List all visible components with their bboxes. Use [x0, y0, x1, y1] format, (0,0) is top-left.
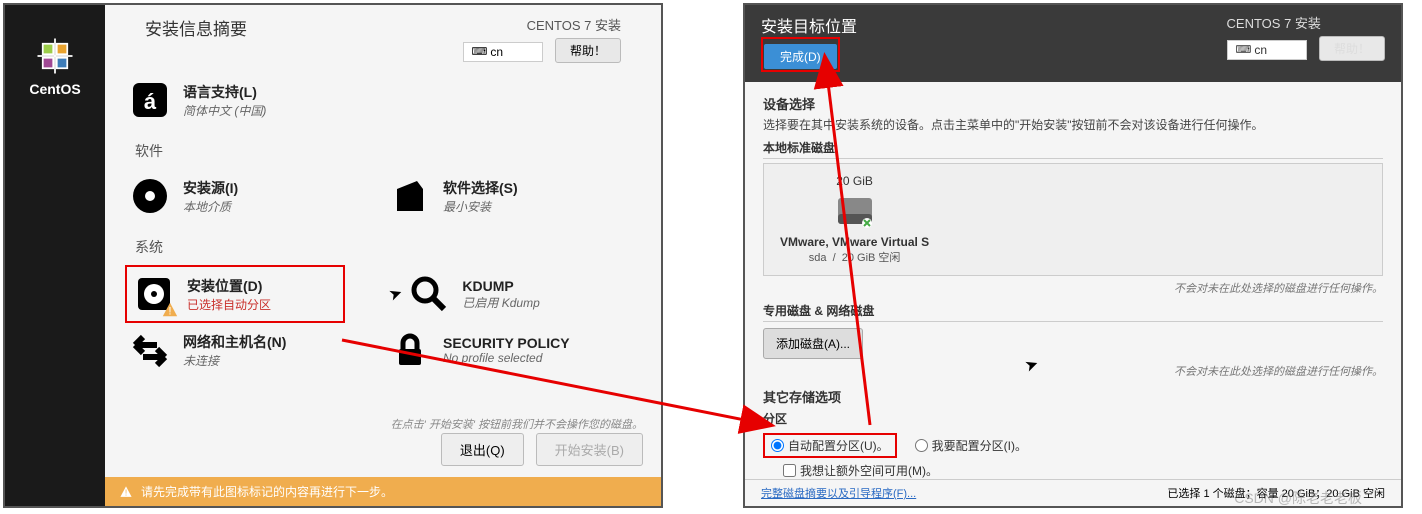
disk-note-2: 不会对未在此处选择的磁盘进行任何操作。 [763, 363, 1383, 379]
magnify-icon [408, 273, 450, 315]
begin-install-button[interactable]: 开始安装(B) [536, 433, 643, 466]
spoke-install-destination[interactable]: ! 安装位置(D) 已选择自动分区 [125, 265, 345, 323]
summary-window: CentOS 安装信息摘要 CENTOS 7 安装 ⌨cn 帮助！ á 语言支持… [3, 3, 663, 508]
warning-icon: ! [119, 485, 133, 499]
other-storage-heading: 其它存储选项 [763, 387, 1383, 406]
device-select-desc: 选择要在其中安装系统的设备。点击主菜单中的"开始安装"按钮前不会对该设备进行任何… [763, 116, 1383, 133]
centos-logo-icon [34, 35, 76, 77]
quit-button[interactable]: 退出(Q) [441, 433, 524, 466]
destination-window: 安装目标位置 完成(D) CENTOS 7 安装 ⌨cn 帮助！ 设备选择 选择… [743, 3, 1403, 508]
spoke-software-selection[interactable]: 软件选择(S) 最小安装 [385, 169, 605, 223]
disc-icon [129, 175, 171, 217]
spoke-kdump[interactable]: ➤ KDUMP 已启用 Kdump [385, 265, 605, 323]
section-software: 软件 [135, 141, 641, 161]
installer-label: CENTOS 7 安装 [1227, 13, 1385, 32]
installer-label: CENTOS 7 安装 [463, 15, 621, 34]
local-disks-label: 本地标准磁盘 [763, 139, 1383, 159]
radio-manual-partition[interactable]: 我要配置分区(I)。 [915, 437, 1027, 454]
disk-capacity: 20 GiB [780, 174, 929, 188]
done-button[interactable]: 完成(D) [764, 44, 837, 69]
device-select-heading: 设备选择 [763, 94, 1383, 113]
disk-item[interactable]: 20 GiB VMware, VMware Virtual S sda / 20… [763, 163, 1383, 276]
partition-label: 分区 [763, 410, 1383, 427]
radio-auto-partition[interactable]: 自动配置分区(U)。 [771, 437, 889, 454]
help-button[interactable]: 帮助！ [555, 38, 621, 63]
begin-hint: 在点击' 开始安装' 按钮前我们并不会操作您的磁盘。 [391, 416, 643, 432]
watermark: CSDN @陈老老老板 [1234, 488, 1362, 508]
spoke-security-policy[interactable]: SECURITY POLICY No profile selected [385, 323, 605, 377]
svg-text:á: á [144, 89, 157, 114]
keyboard-layout-indicator[interactable]: ⌨cn [1227, 40, 1307, 60]
svg-text:!: ! [169, 306, 172, 318]
spoke-language-support[interactable]: á 语言支持(L) 简体中文 (中国) [125, 73, 641, 127]
add-disk-button[interactable]: 添加磁盘(A)... [763, 328, 863, 359]
lock-icon [389, 329, 431, 371]
network-icon [129, 329, 171, 371]
radio-auto-input[interactable] [771, 439, 784, 452]
harddrive-icon [834, 190, 876, 232]
disk-note: 不会对未在此处选择的磁盘进行任何操作。 [763, 280, 1383, 296]
brand-label: CentOS [29, 81, 80, 97]
svg-text:!: ! [125, 487, 127, 497]
header: 安装目标位置 完成(D) CENTOS 7 安装 ⌨cn 帮助！ [745, 5, 1401, 82]
special-disks-label: 专用磁盘 & 网络磁盘 [763, 302, 1383, 322]
spoke-network[interactable]: 网络和主机名(N) 未连接 [125, 323, 345, 377]
disk-name: VMware, VMware Virtual S [780, 235, 929, 249]
sidebar: CentOS [5, 5, 105, 506]
page-title: 安装信息摘要 [145, 15, 247, 40]
cursor-icon: ➤ [386, 282, 405, 305]
page-title: 安装目标位置 [761, 13, 857, 37]
help-button[interactable]: 帮助！ [1319, 36, 1385, 61]
language-icon: á [129, 79, 171, 121]
spoke-install-source[interactable]: 安装源(I) 本地介质 [125, 169, 345, 223]
warning-bar[interactable]: ! 请先完成带有此图标标记的内容再进行下一步。 [105, 477, 661, 506]
radio-manual-input[interactable] [915, 439, 928, 452]
harddisk-icon: ! [133, 273, 175, 315]
keyboard-layout-indicator[interactable]: ⌨cn [463, 42, 543, 62]
disk-summary-link[interactable]: 完整磁盘摘要以及引导程序(F)... [761, 485, 916, 501]
header: 安装信息摘要 CENTOS 7 安装 ⌨cn 帮助！ [125, 5, 641, 73]
checkbox-extra-input[interactable] [783, 464, 796, 477]
spoke-title: 语言支持(L) [183, 82, 266, 102]
package-icon [389, 175, 431, 217]
checkbox-extra-space[interactable]: 我想让额外空间可用(M)。 [783, 462, 1383, 479]
spoke-sub: 简体中文 (中国) [183, 102, 266, 119]
section-system: 系统 [135, 237, 641, 257]
